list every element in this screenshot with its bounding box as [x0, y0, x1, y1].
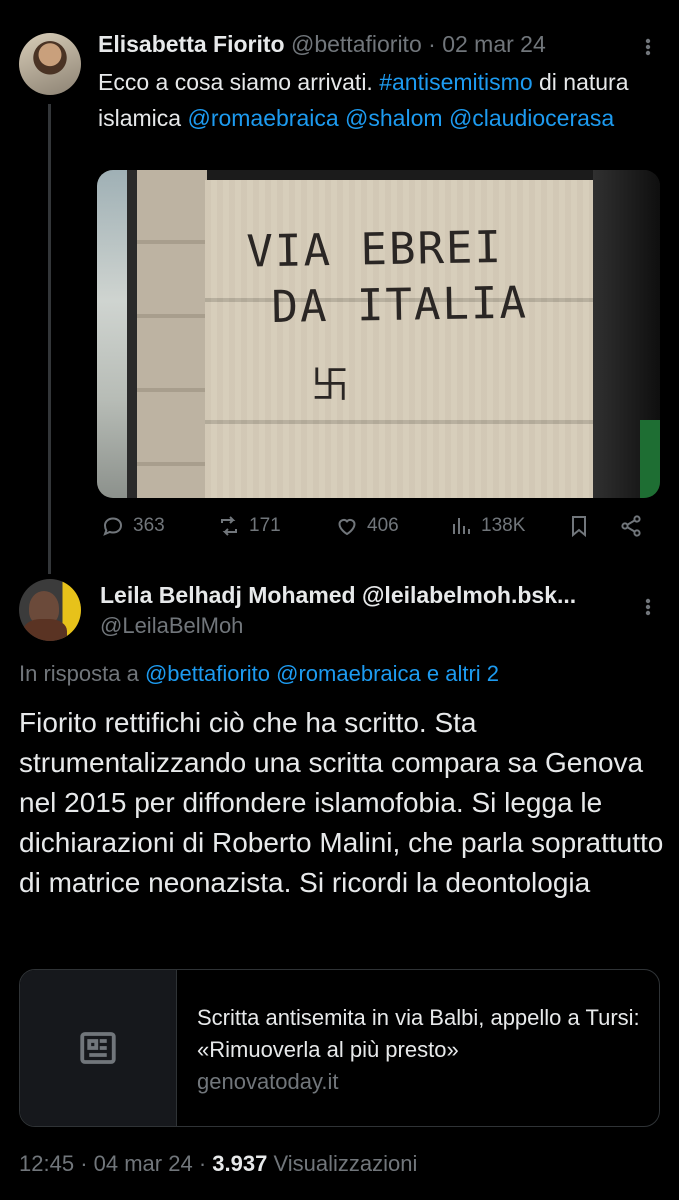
share-icon	[621, 515, 641, 537]
separator: ·	[80, 1151, 88, 1176]
tweet-text: Ecco a cosa siamo arrivati. #antisemitis…	[98, 64, 643, 136]
mention-link[interactable]: @shalom	[345, 105, 443, 131]
tweet-time[interactable]: 12:45	[19, 1151, 74, 1176]
tweet-header: Elisabetta Fiorito @bettafiorito · 02 ma…	[98, 31, 546, 58]
reply-icon	[103, 517, 123, 536]
views-count: 138K	[481, 515, 526, 536]
author-name[interactable]: Leila Belhadj Mohamed @leilabelmoh.bsk..…	[100, 582, 576, 609]
others-link[interactable]: e altri 2	[427, 661, 499, 686]
tweet-date[interactable]: 02 mar 24	[442, 31, 546, 57]
graffiti-line: DA ITALIA	[271, 277, 529, 334]
tweet-actions: 363 171 406 138K	[101, 514, 651, 546]
reply-count: 363	[133, 515, 165, 536]
more-options-icon[interactable]	[638, 34, 658, 60]
author-name[interactable]: Elisabetta Fiorito	[98, 31, 285, 57]
repost-count: 171	[249, 515, 281, 536]
card-body: Scritta antisemita in via Balbi, appello…	[197, 1002, 647, 1098]
like-count: 406	[367, 515, 399, 536]
avatar[interactable]	[19, 33, 81, 95]
card-domain: genovatoday.it	[197, 1069, 339, 1094]
separator: ·	[428, 31, 436, 57]
reply-context: In risposta a @bettafiorito @romaebraica…	[19, 661, 499, 687]
views-count: 3.937	[212, 1151, 268, 1176]
author-handle[interactable]: @LeilaBelMoh	[100, 613, 243, 639]
photo-pole	[127, 170, 137, 498]
more-options-icon[interactable]	[638, 594, 658, 620]
tweet-photo[interactable]: VIA EBREI DA ITALIA 卐	[97, 170, 660, 498]
card-title: Scritta antisemita in via Balbi, appello…	[197, 1005, 640, 1062]
tweet-date[interactable]: 04 mar 24	[94, 1151, 193, 1176]
photo-wall-side	[137, 170, 207, 498]
tweet-text: Fiorito rettifichi ciò che ha scritto. S…	[19, 707, 664, 898]
graffiti-symbol: 卐	[311, 365, 350, 407]
reply-button[interactable]: 363	[101, 514, 165, 538]
link-card[interactable]: Scritta antisemita in via Balbi, appello…	[19, 969, 660, 1127]
share-button[interactable]	[619, 514, 643, 538]
repost-icon	[221, 516, 237, 536]
mention-link[interactable]: @romaebraica	[276, 661, 421, 686]
graffiti-line: VIA EBREI	[246, 221, 504, 278]
avatar[interactable]	[19, 579, 81, 641]
text-intro: Ecco a cosa siamo arrivati.	[98, 69, 380, 95]
hashtag-link[interactable]: #antisemitismo	[379, 69, 532, 95]
mention-link[interactable]: @bettafiorito	[145, 661, 270, 686]
reply-prefix: In risposta a	[19, 661, 145, 686]
views-button[interactable]: 138K	[449, 514, 525, 538]
mention-link[interactable]: @romaebraica	[187, 105, 338, 131]
separator: ·	[198, 1151, 207, 1176]
bookmark-icon	[572, 516, 586, 538]
bookmark-button[interactable]	[567, 514, 591, 538]
author-handle[interactable]: @bettafiorito	[291, 31, 422, 57]
views-label: Visualizzazioni	[273, 1151, 418, 1176]
views-icon	[453, 518, 470, 534]
card-thumbnail	[20, 970, 177, 1126]
mention-link[interactable]: @claudiocerasa	[449, 105, 614, 131]
thread-connector-line	[48, 104, 51, 574]
heart-icon	[338, 518, 356, 536]
tweet-timestamp: 12:45 · 04 mar 24 · 3.937 Visualizzazion…	[19, 1151, 417, 1177]
graffiti-text: VIA EBREI DA ITALIA	[246, 220, 528, 337]
like-button[interactable]: 406	[335, 514, 399, 538]
repost-button[interactable]: 171	[217, 514, 281, 538]
article-icon	[80, 1032, 116, 1064]
photo-door-frame	[593, 170, 660, 498]
